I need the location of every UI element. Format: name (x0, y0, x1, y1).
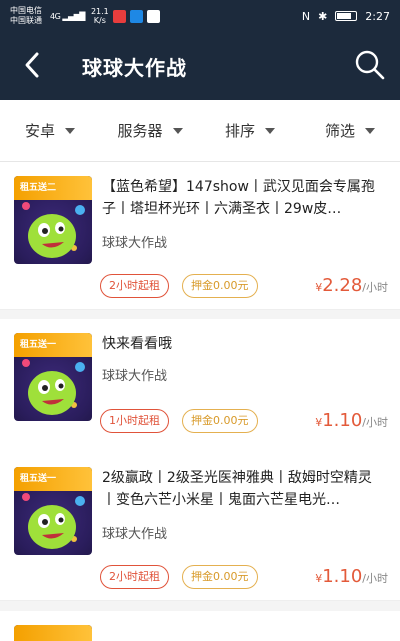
caret-down-icon (172, 127, 183, 134)
price: ¥1.10/小时 (315, 566, 388, 587)
search-button[interactable] (354, 49, 386, 81)
game-thumbnail: 租五送二 (14, 176, 92, 264)
net-speed: 21.1 K/s (91, 7, 109, 25)
listing-title: 快来看看哦 (102, 336, 172, 352)
promo-tag: 租五送一 (14, 333, 92, 357)
filter-platform[interactable]: 安卓 (0, 100, 100, 161)
deposit-tag: 押金0.00元 (182, 274, 258, 298)
list-item[interactable]: 租五送一 快来看看哦 球球大作战 1小时起租 押金0.00元 ¥1.10/小时 (0, 319, 400, 467)
caret-down-icon (265, 127, 275, 134)
price-value: 1.10 (322, 410, 363, 431)
notify-app-icon (129, 9, 143, 23)
promo-tag: 租五送一 (14, 467, 92, 491)
game-name: 球球大作战 (102, 369, 168, 384)
game-name: 球球大作战 (102, 527, 168, 542)
price-value: 1.10 (322, 566, 363, 587)
price-unit: /小时 (362, 416, 388, 429)
signal-4g: 4G ▂▄▆█ (50, 11, 85, 21)
carrier-2: 中国联通 (10, 16, 42, 25)
price-unit: /小时 (362, 572, 388, 585)
filter-server[interactable]: 服务器 (100, 100, 200, 161)
battery-icon (335, 11, 358, 21)
notify-app-icon (112, 9, 126, 23)
page-title: 球球大作战 (82, 56, 187, 80)
filter-label: 服务器 (117, 122, 163, 140)
game-thumbnail: 租五送一 (14, 467, 92, 555)
promo-tag (14, 625, 92, 641)
listing-title: 【蓝色希望】147show丨武汉见面会专属孢子丨塔坦杯光环丨六满圣衣丨29w皮… (102, 179, 375, 217)
filter-sort[interactable]: 排序 (200, 100, 300, 161)
list-item[interactable]: 租五送二 【蓝色希望】147show丨武汉见面会专属孢子丨塔坦杯光环丨六满圣衣丨… (0, 162, 400, 310)
min-rent-tag: 2小时起租 (100, 565, 169, 589)
promo-tag: 租五送二 (14, 176, 92, 200)
list-item[interactable]: 租五送一 2级赢政丨2级圣光医神雅典丨敌姆时空精灵丨变色六芒小米星丨鬼面六芒星电… (0, 453, 400, 601)
price-value: 2.28 (322, 275, 363, 296)
filter-bar: 安卓 服务器 排序 筛选 (0, 100, 400, 162)
carrier-1: 中国电信 (10, 6, 42, 15)
carrier-labels: 中国电信 中国联通 (10, 6, 42, 26)
net-speed-value: 21.1 (90, 7, 109, 16)
price: ¥1.10/小时 (315, 410, 388, 431)
bluetooth-icon: ✱ (318, 9, 328, 23)
game-thumbnail (14, 625, 92, 641)
filter-label: 筛选 (324, 122, 355, 140)
caret-down-icon (65, 127, 75, 134)
price: ¥2.28/小时 (315, 275, 388, 296)
min-rent-tag: 1小时起租 (100, 409, 169, 433)
chevron-left-icon (25, 52, 39, 78)
net-speed-unit: K/s (93, 16, 106, 25)
clock: 2:27 (365, 9, 390, 23)
price-unit: /小时 (362, 281, 388, 294)
filter-label: 排序 (224, 122, 255, 140)
listing-title: 2级赢政丨2级圣光医神雅典丨敌姆时空精灵丨变色六芒小米星丨鬼面六芒星电光… (102, 470, 372, 508)
nav-bar: 球球大作战 (0, 32, 400, 100)
deposit-tag: 押金0.00元 (182, 565, 258, 589)
game-thumbnail: 租五送一 (14, 333, 92, 421)
filter-label: 安卓 (24, 122, 55, 140)
game-name: 球球大作战 (102, 236, 168, 251)
filter-screen[interactable]: 筛选 (300, 100, 400, 161)
list-item[interactable] (0, 611, 400, 641)
deposit-tag: 押金0.00元 (182, 409, 258, 433)
back-button[interactable] (18, 50, 48, 80)
status-bar: 中国电信 中国联通 4G ▂▄▆█ 21.1 K/s N ✱ 2:27 (0, 0, 400, 32)
notify-app-icon (146, 9, 160, 23)
min-rent-tag: 2小时起租 (100, 274, 169, 298)
search-icon (355, 50, 385, 80)
caret-down-icon (365, 127, 375, 134)
nfc-icon: N (301, 9, 311, 23)
